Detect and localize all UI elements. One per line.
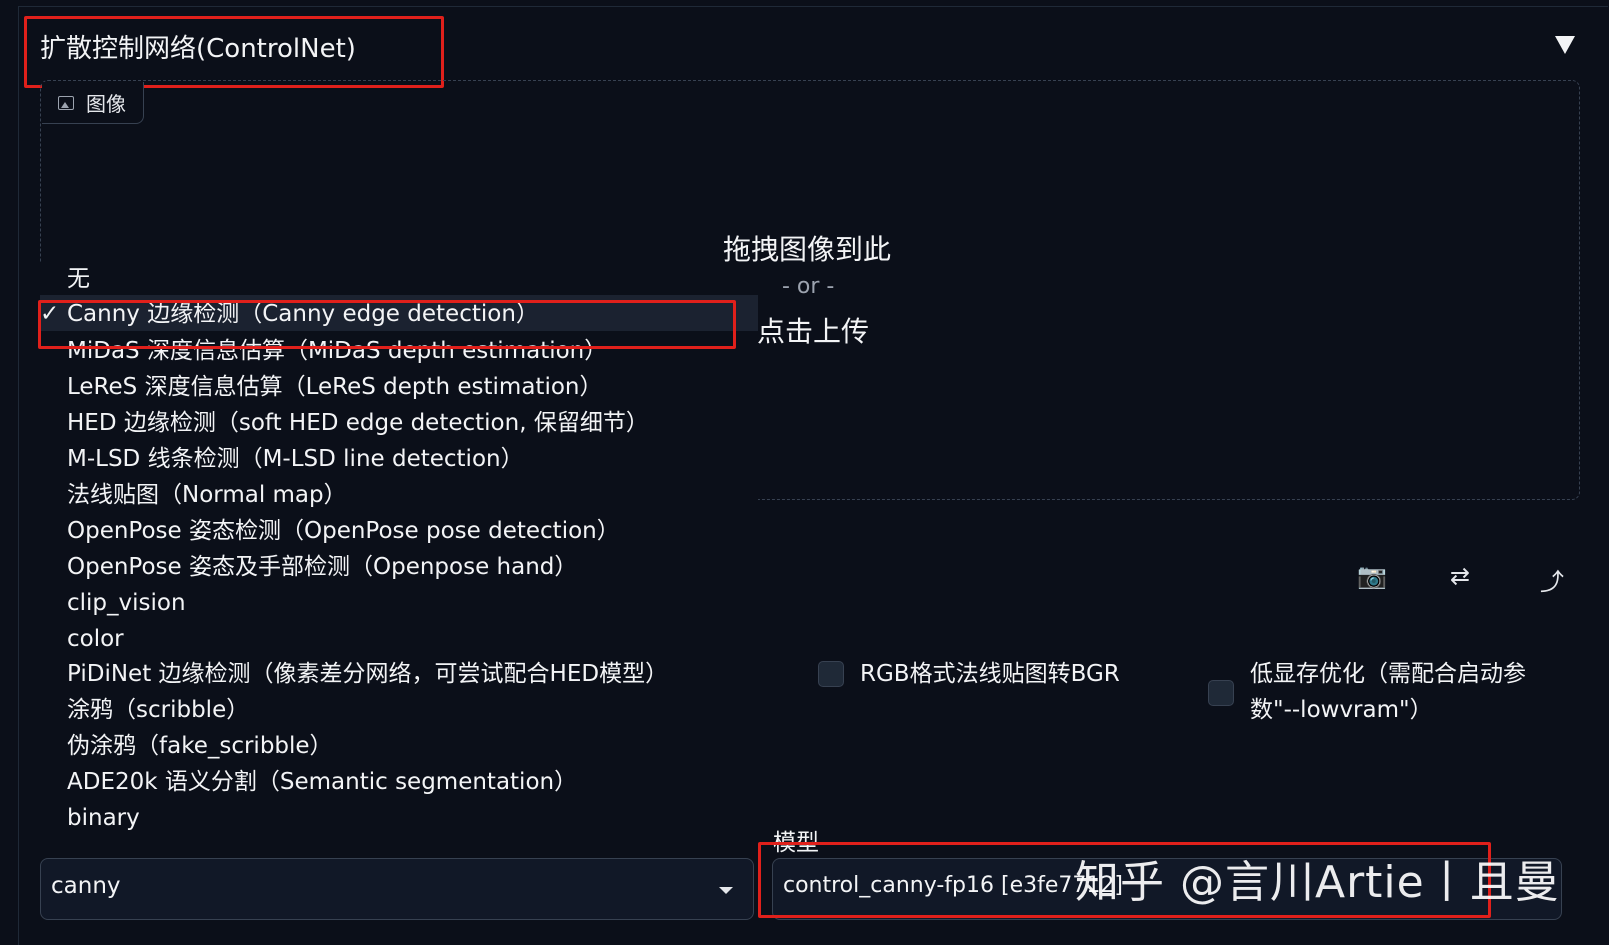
accordion-title[interactable]: 扩散控制网络(ControlNet) [40,28,356,65]
option-binary[interactable]: binary [67,801,140,835]
chevron-down-icon [719,887,733,894]
preprocessor-select[interactable]: canny [40,858,754,920]
check-mark-icon: ✓ [40,301,60,327]
swap-icon[interactable]: ⇄ [1450,562,1470,590]
option-openpose-hand[interactable]: OpenPose 姿态及手部检测（Openpose hand） [67,550,577,584]
collapse-triangle-icon[interactable] [1555,36,1575,54]
option-scribble[interactable]: 涂鸦（scribble） [67,693,249,727]
camera-icon[interactable]: 📷 [1357,562,1387,590]
option-ade20k[interactable]: ADE20k 语义分割（Semantic segmentation） [67,765,577,799]
arrow-up-right-icon[interactable]: ⤴ [1540,562,1564,597]
watermark: 知乎 @言川Artie丨且曼 [1075,857,1560,908]
option-midas[interactable]: MiDaS 深度信息估算（MiDaS depth estimation） [67,334,607,368]
option-none[interactable]: 无 [67,262,90,296]
option-normal-map[interactable]: 法线贴图（Normal map） [67,478,347,512]
option-canny[interactable]: Canny 边缘检测（Canny edge detection） [67,297,539,331]
low-vram-label-line2: 数"--lowvram"） [1250,697,1433,723]
option-pidinet[interactable]: PiDiNet 边缘检测（像素差分网络，可尝试配合HED模型） [67,657,668,691]
option-clip-vision[interactable]: clip_vision [67,586,186,620]
option-color[interactable]: color [67,622,124,656]
model-selected-value: control_canny-fp16 [e3fe7712] [783,873,1123,898]
option-leres[interactable]: LeReS 深度信息估算（LeReS depth estimation） [67,370,603,404]
image-tab[interactable]: 图像 [42,82,144,124]
image-tab-label: 图像 [86,92,126,116]
rgb-to-bgr-checkbox[interactable] [818,661,844,687]
or-divider-text: - or - [782,274,835,299]
rgb-to-bgr-label: RGB格式法线贴图转BGR [860,661,1120,687]
option-hed[interactable]: HED 边缘检测（soft HED edge detection, 保留细节） [67,406,649,440]
option-openpose[interactable]: OpenPose 姿态检测（OpenPose pose detection） [67,514,620,548]
option-mlsd[interactable]: M-LSD 线条检测（M-LSD line detection） [67,442,524,476]
image-icon [58,95,74,110]
option-fake-scribble[interactable]: 伪涂鸦（fake_scribble） [67,729,333,763]
model-label: 模型 [773,830,819,856]
preprocessor-selected-value: canny [51,873,121,899]
low-vram-label-line1: 低显存优化（需配合启动参 [1250,661,1526,687]
click-upload-text[interactable]: 点击上传 [757,310,869,350]
preprocessor-dropdown-list: ✓ 无 Canny 边缘检测（Canny edge detection） MiD… [40,262,758,831]
low-vram-checkbox[interactable] [1208,680,1234,706]
